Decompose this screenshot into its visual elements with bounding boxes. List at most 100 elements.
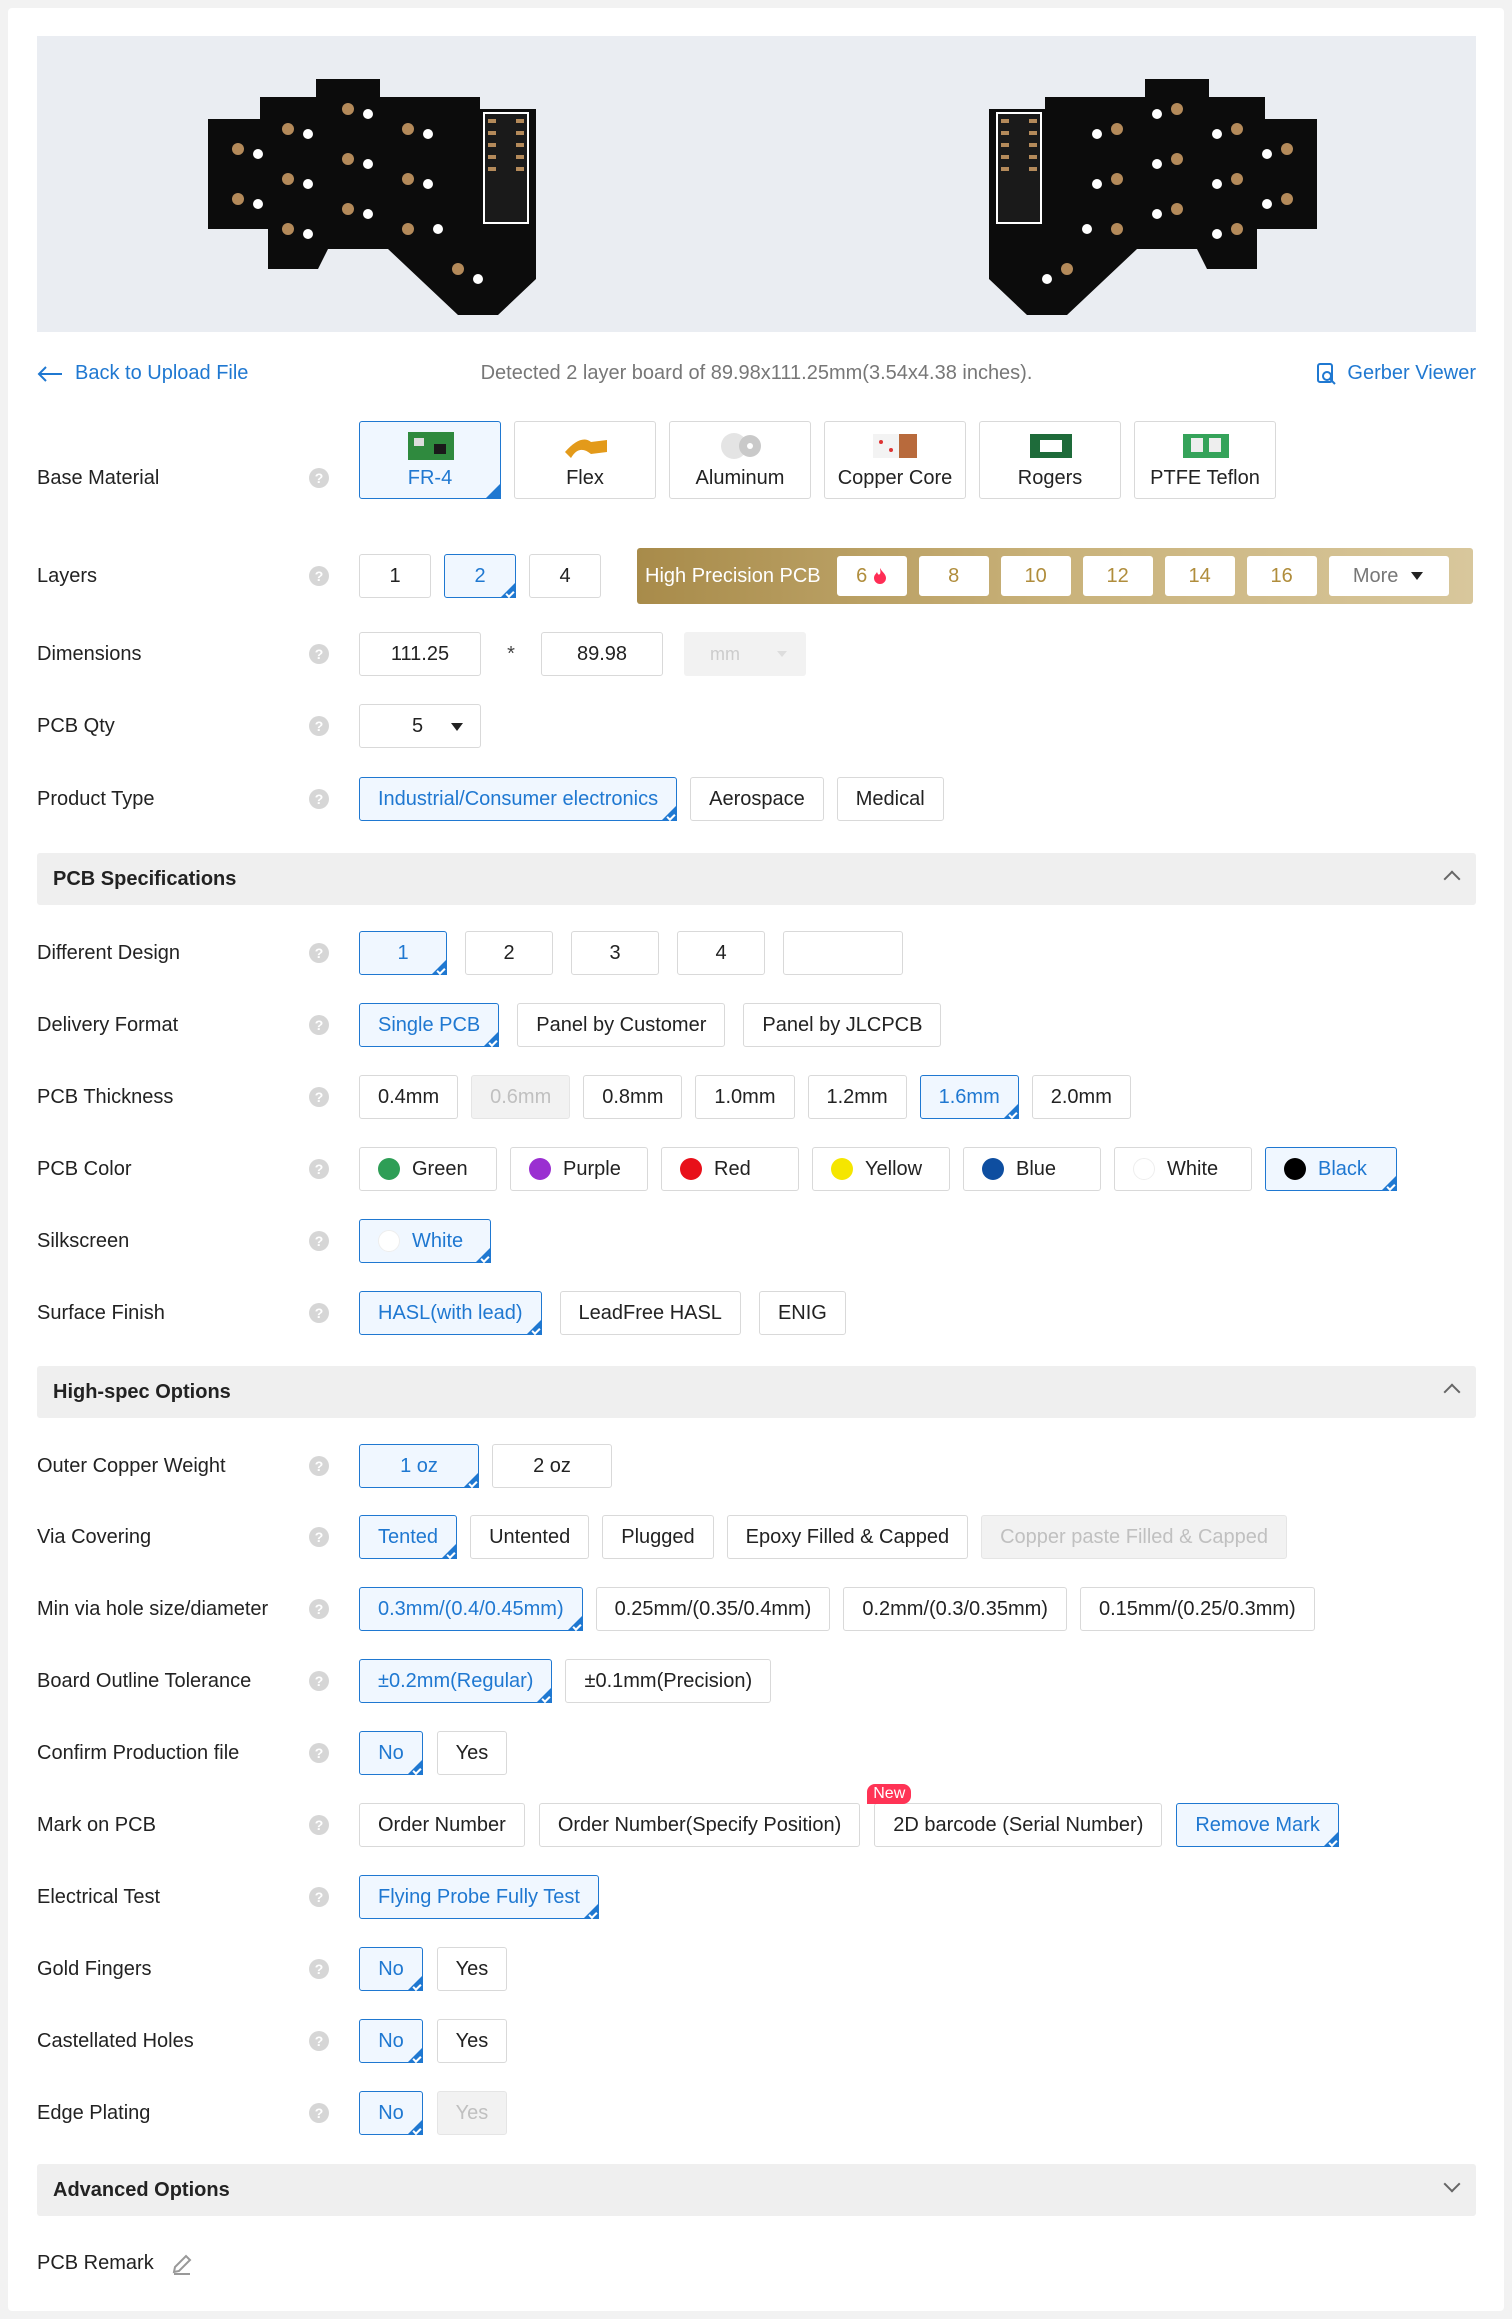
- help-icon[interactable]: ?: [309, 789, 329, 809]
- via-size-0-15mm[interactable]: 0.15mm/(0.25/0.3mm): [1079, 1587, 1315, 1631]
- material-aluminum[interactable]: Aluminum: [669, 421, 811, 499]
- layer-option-14[interactable]: 14: [1164, 556, 1235, 596]
- material-ptfe-teflon[interactable]: PTFE Teflon: [1134, 421, 1276, 499]
- gold-fingers-no[interactable]: No: [359, 1947, 423, 1992]
- castellated-yes[interactable]: Yes: [437, 2019, 507, 2063]
- dimension-height-input[interactable]: [541, 632, 663, 676]
- help-icon[interactable]: ?: [309, 1015, 329, 1035]
- delivery-panel-by-jlcpcb[interactable]: Panel by JLCPCB: [743, 1003, 942, 1047]
- layer-option-6[interactable]: 6: [836, 556, 907, 596]
- delivery-single-pcb[interactable]: Single PCB: [359, 1003, 500, 1048]
- more-layers-dropdown[interactable]: More: [1328, 556, 1449, 596]
- silkscreen-white[interactable]: White: [359, 1219, 491, 1264]
- help-icon[interactable]: ?: [309, 1671, 329, 1691]
- help-icon[interactable]: ?: [309, 1599, 329, 1619]
- layer-option-8[interactable]: 8: [918, 556, 989, 596]
- help-icon[interactable]: ?: [309, 716, 329, 736]
- design-option-1[interactable]: 1: [359, 931, 447, 976]
- electrical-test-flying-probe[interactable]: Flying Probe Fully Test: [359, 1875, 599, 1920]
- help-icon[interactable]: ?: [309, 2103, 329, 2123]
- help-icon[interactable]: ?: [309, 2031, 329, 2051]
- material-flex[interactable]: Flex: [514, 421, 656, 499]
- layer-option-4[interactable]: 4: [529, 554, 601, 598]
- confirm-file-no[interactable]: No: [359, 1731, 423, 1776]
- back-to-upload-link[interactable]: Back to Upload File: [37, 362, 248, 385]
- layer-option-16[interactable]: 16: [1246, 556, 1317, 596]
- design-option-2[interactable]: 2: [465, 931, 553, 975]
- design-custom-input[interactable]: [783, 931, 903, 975]
- via-tented[interactable]: Tented: [359, 1515, 458, 1560]
- confirm-file-yes[interactable]: Yes: [437, 1731, 507, 1775]
- help-icon[interactable]: ?: [309, 468, 329, 488]
- via-plugged[interactable]: Plugged: [602, 1515, 714, 1559]
- color-green[interactable]: Green: [359, 1147, 497, 1191]
- tolerance-precision[interactable]: ±0.1mm(Precision): [565, 1659, 772, 1703]
- design-option-4[interactable]: 4: [677, 931, 765, 975]
- tolerance-regular[interactable]: ±0.2mm(Regular): [359, 1659, 553, 1704]
- layer-option-2[interactable]: 2: [444, 554, 516, 599]
- mark-2d-barcode[interactable]: New 2D barcode (Serial Number): [867, 1784, 1163, 1847]
- pcb-color-row: PCB Color ? Green Purple Red Yellow Blue…: [37, 1147, 1476, 1192]
- via-epoxy-filled-capped[interactable]: Epoxy Filled & Capped: [726, 1515, 969, 1559]
- thickness-2-0mm[interactable]: 2.0mm: [1031, 1075, 1131, 1119]
- color-black[interactable]: Black: [1265, 1147, 1397, 1192]
- via-untented[interactable]: Untented: [470, 1515, 590, 1559]
- gerber-viewer-link[interactable]: Gerber Viewer: [1317, 362, 1476, 385]
- via-size-0-3mm[interactable]: 0.3mm/(0.4/0.45mm): [359, 1587, 583, 1632]
- castellated-no[interactable]: No: [359, 2019, 423, 2064]
- thickness-0-8mm[interactable]: 0.8mm: [583, 1075, 683, 1119]
- color-purple[interactable]: Purple: [510, 1147, 648, 1191]
- advanced-options-header[interactable]: Advanced Options: [37, 2164, 1476, 2216]
- product-type-industrial[interactable]: Industrial/Consumer electronics: [359, 777, 678, 822]
- help-icon[interactable]: ?: [309, 1231, 329, 1251]
- thickness-1-2mm[interactable]: 1.2mm: [807, 1075, 907, 1119]
- copper-1oz[interactable]: 1 oz: [359, 1444, 479, 1489]
- copper-2oz[interactable]: 2 oz: [492, 1444, 612, 1488]
- mark-order-number[interactable]: Order Number: [359, 1803, 525, 1847]
- help-icon[interactable]: ?: [309, 1159, 329, 1179]
- high-spec-options-header[interactable]: High-spec Options: [37, 1366, 1476, 1418]
- help-icon[interactable]: ?: [309, 943, 329, 963]
- product-type-aerospace[interactable]: Aerospace: [690, 777, 824, 821]
- thickness-1-6mm[interactable]: 1.6mm: [919, 1075, 1019, 1120]
- product-type-medical[interactable]: Medical: [836, 777, 944, 821]
- material-rogers[interactable]: Rogers: [979, 421, 1121, 499]
- help-icon[interactable]: ?: [309, 1303, 329, 1323]
- help-icon[interactable]: ?: [309, 566, 329, 586]
- help-icon[interactable]: ?: [309, 1887, 329, 1907]
- finish-hasl-with-lead[interactable]: HASL(with lead): [359, 1291, 542, 1336]
- help-icon[interactable]: ?: [309, 1456, 329, 1476]
- help-icon[interactable]: ?: [309, 1959, 329, 1979]
- gold-fingers-yes[interactable]: Yes: [437, 1947, 507, 1991]
- thickness-0-4mm[interactable]: 0.4mm: [359, 1075, 459, 1119]
- via-size-0-25mm[interactable]: 0.25mm/(0.35/0.4mm): [595, 1587, 831, 1631]
- via-size-0-2mm[interactable]: 0.2mm/(0.3/0.35mm): [843, 1587, 1067, 1631]
- pcb-qty-select[interactable]: 5: [359, 704, 481, 748]
- edge-plating-no[interactable]: No: [359, 2091, 423, 2136]
- mark-order-number-specify-position[interactable]: Order Number(Specify Position): [538, 1803, 861, 1847]
- layer-option-10[interactable]: 10: [1000, 556, 1071, 596]
- thickness-1-0mm[interactable]: 1.0mm: [695, 1075, 795, 1119]
- finish-leadfree-hasl[interactable]: LeadFree HASL: [559, 1291, 741, 1335]
- finish-enig[interactable]: ENIG: [758, 1291, 846, 1335]
- layer-option-1[interactable]: 1: [359, 554, 431, 598]
- color-yellow[interactable]: Yellow: [812, 1147, 950, 1191]
- help-icon[interactable]: ?: [309, 1743, 329, 1763]
- color-white[interactable]: White: [1114, 1147, 1252, 1191]
- material-copper-core[interactable]: Copper Core: [824, 421, 966, 499]
- delivery-panel-by-customer[interactable]: Panel by Customer: [517, 1003, 726, 1047]
- pencil-icon[interactable]: [171, 2253, 193, 2275]
- design-option-3[interactable]: 3: [571, 931, 659, 975]
- min-via-hole-label: Min via hole size/diameter: [37, 1598, 269, 1620]
- mark-remove-mark[interactable]: Remove Mark: [1176, 1803, 1340, 1848]
- help-icon[interactable]: ?: [309, 1527, 329, 1547]
- color-blue[interactable]: Blue: [963, 1147, 1101, 1191]
- layer-option-12[interactable]: 12: [1082, 556, 1153, 596]
- material-fr4[interactable]: FR-4: [359, 421, 501, 499]
- pcb-specifications-header[interactable]: PCB Specifications: [37, 853, 1476, 905]
- help-icon[interactable]: ?: [309, 1087, 329, 1107]
- help-icon[interactable]: ?: [309, 1815, 329, 1835]
- help-icon[interactable]: ?: [309, 644, 329, 664]
- dimension-width-input[interactable]: [359, 632, 481, 676]
- color-red[interactable]: Red: [661, 1147, 799, 1191]
